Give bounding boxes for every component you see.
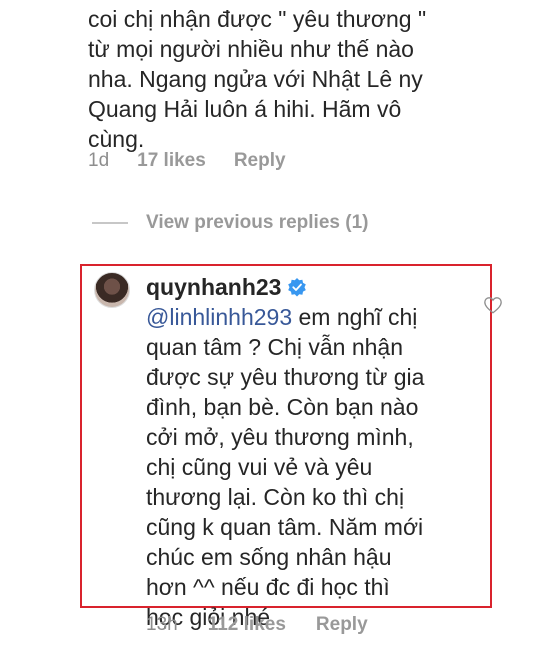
reply-reply-button[interactable]: Reply <box>316 614 368 636</box>
reply-likes[interactable]: 112 likes <box>208 614 286 636</box>
parent-comment-text: coi chị nhận được " yêu thương " từ mọi … <box>88 6 427 152</box>
heart-outline-icon[interactable] <box>483 296 503 314</box>
parent-comment-likes[interactable]: 17 likes <box>137 150 206 172</box>
reply-header: quynhanh23 <box>146 272 466 302</box>
user-avatar[interactable] <box>94 272 130 308</box>
reply-meta: 13h 112 likes Reply <box>146 614 398 636</box>
reply-time: 13h <box>146 614 178 635</box>
reply-username[interactable]: quynhanh23 <box>146 274 281 301</box>
parent-comment-time: 1d <box>88 150 110 171</box>
replies-divider-line <box>92 222 128 224</box>
view-previous-replies[interactable]: View previous replies (1) <box>92 212 368 234</box>
reply-mention[interactable]: @linhlinhh293 <box>146 304 292 330</box>
parent-comment-meta: 1d 17 likes Reply <box>88 150 314 172</box>
reply-body-text: em nghĩ chị quan tâm ? Chị vẫn nhận được… <box>146 304 425 630</box>
parent-reply-button[interactable]: Reply <box>234 150 286 172</box>
reply-text: @linhlinhh293 em nghĩ chị quan tâm ? Chị… <box>146 302 466 632</box>
verified-badge-icon <box>288 278 307 297</box>
view-previous-replies-label[interactable]: View previous replies (1) <box>146 212 368 234</box>
reply-comment: quynhanh23 @linhlinhh293 em nghĩ chị qua… <box>146 272 466 632</box>
